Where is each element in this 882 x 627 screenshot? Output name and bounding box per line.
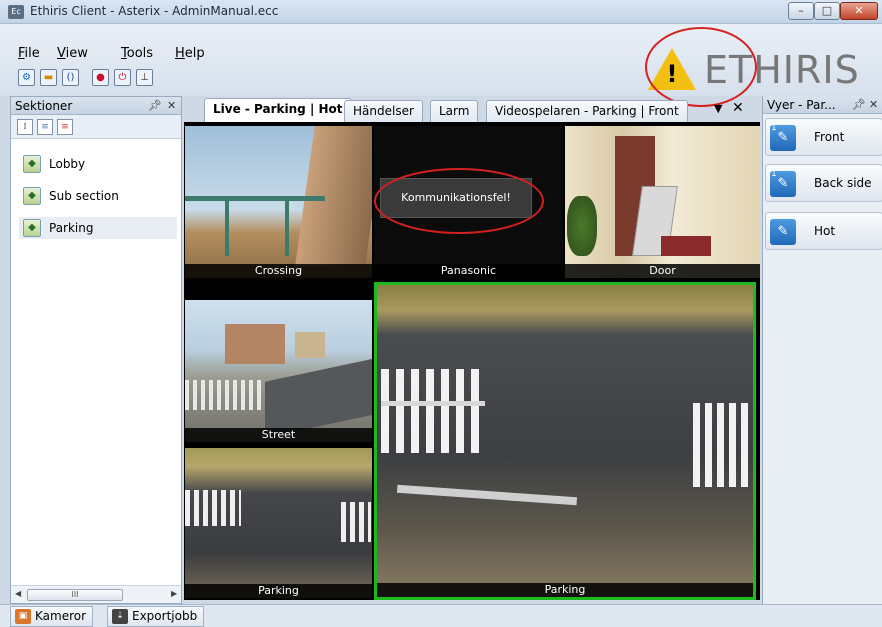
- view-button-front[interactable]: ✎ 1 Front: [765, 118, 882, 156]
- sections-panel: Sektioner 📌︎ ✕ ⁞ ≡ ≡ ◆ Lobby ◆ Sub secti…: [10, 96, 182, 604]
- camera-label: Crossing: [185, 264, 372, 278]
- bottom-tab-bar: ▣ Kameror ⇣ Exportjobb: [0, 604, 882, 627]
- scroll-left-icon[interactable]: ◀: [15, 589, 21, 598]
- tab-export-jobs[interactable]: ⇣ Exportjobb: [107, 606, 205, 627]
- scene-fence: [381, 369, 485, 453]
- edit-view-icon: ✎: [770, 219, 796, 245]
- minimize-button[interactable]: –: [788, 2, 814, 20]
- pin-icon[interactable]: 📌︎: [852, 98, 866, 111]
- chevron-down-icon[interactable]: ▼: [714, 102, 722, 115]
- view-number: 1: [771, 123, 777, 133]
- tab-alarm[interactable]: Larm: [430, 100, 479, 122]
- window-title: Ethiris Client - Asterix - AdminManual.e…: [30, 4, 279, 18]
- section-icon: ◆: [23, 219, 41, 237]
- section-icon: ◆: [23, 155, 41, 173]
- section-label: Parking: [49, 221, 94, 235]
- horizontal-scrollbar[interactable]: ◀ III ▶: [11, 585, 181, 603]
- scene-post: [285, 196, 289, 256]
- section-item-lobby[interactable]: ◆ Lobby: [19, 153, 177, 175]
- camera-label: Parking: [377, 583, 753, 597]
- close-icon[interactable]: ✕: [167, 99, 176, 112]
- close-icon[interactable]: ✕: [869, 98, 878, 111]
- section-label: Lobby: [49, 157, 86, 171]
- scene-rail: [381, 401, 485, 406]
- views-panel: Vyer - Par... 📌︎ ✕ ✎ 1 Front ✎ 1 Back si…: [762, 96, 882, 604]
- scene-post: [225, 196, 229, 256]
- section-item-sub-section[interactable]: ◆ Sub section: [19, 185, 177, 207]
- camera-icon: ▣: [15, 609, 31, 624]
- close-tab-icon[interactable]: ✕: [732, 100, 744, 116]
- camera-view-panasonic[interactable]: Kommunikationsfel! Panasonic: [374, 126, 563, 278]
- camera-label: Door: [565, 264, 760, 278]
- scrollbar-thumb[interactable]: III: [27, 589, 123, 601]
- annotation-circle: [374, 168, 544, 234]
- view-button-hot[interactable]: ✎ Hot: [765, 212, 882, 250]
- view-label: Back side: [814, 176, 872, 190]
- title-bar: Ec Ethiris Client - Asterix - AdminManua…: [0, 0, 882, 24]
- scene-frame: [185, 196, 325, 201]
- scene-road: [265, 358, 372, 438]
- scene-fence: [341, 502, 371, 542]
- camera-view-parking-small[interactable]: Parking: [185, 448, 372, 598]
- close-window-button[interactable]: ✕: [840, 2, 878, 20]
- tree-view-icon[interactable]: ⁞: [17, 119, 33, 135]
- scene-house: [295, 332, 325, 358]
- pin-icon[interactable]: 📌︎: [148, 99, 162, 112]
- scene-fence: [185, 380, 265, 410]
- power-icon[interactable]: ⏻: [114, 69, 131, 86]
- view-button-back-side[interactable]: ✎ 1 Back side: [765, 164, 882, 202]
- tab-label: Kameror: [35, 609, 87, 623]
- section-label: Sub section: [49, 189, 119, 203]
- camera-view-door[interactable]: Door: [565, 126, 760, 278]
- tab-events[interactable]: Händelser: [344, 100, 423, 122]
- camera-view-street[interactable]: Street: [185, 300, 372, 442]
- tab-label: Exportjobb: [132, 609, 198, 623]
- tab-strip: Live - Parking | Hot Händelser Larm Vide…: [184, 96, 760, 122]
- menu-file[interactable]: File: [18, 46, 40, 61]
- sections-panel-header: Sektioner 📌︎ ✕: [11, 97, 181, 115]
- camera-view-crossing[interactable]: Crossing: [185, 126, 372, 278]
- record-icon[interactable]: ●: [92, 69, 109, 86]
- tab-cameras[interactable]: ▣ Kameror: [10, 606, 94, 627]
- tab-video-player[interactable]: Videospelaren - Parking | Front: [486, 100, 688, 122]
- menu-tools[interactable]: Tools: [121, 46, 153, 61]
- camera-label: Street: [185, 428, 372, 442]
- scene-house: [225, 324, 285, 364]
- scene-fence: [185, 490, 241, 526]
- list-view-icon[interactable]: ≡: [37, 119, 53, 135]
- view-label: Hot: [814, 224, 836, 238]
- scene-plant: [567, 196, 597, 256]
- view-label: Front: [814, 130, 845, 144]
- settings-icon[interactable]: ⚙: [18, 69, 35, 86]
- scene-planks: [396, 484, 578, 506]
- maximize-button[interactable]: □: [814, 2, 840, 20]
- camera-label: Panasonic: [374, 264, 563, 278]
- scroll-right-icon[interactable]: ▶: [171, 589, 177, 598]
- menu-view[interactable]: View: [57, 46, 88, 61]
- folder-icon[interactable]: ▬: [40, 69, 57, 86]
- views-panel-title: Vyer - Par...: [767, 98, 836, 112]
- menu-help[interactable]: Help: [175, 46, 205, 61]
- app-icon: Ec: [8, 5, 24, 19]
- section-icon: ◆: [23, 187, 41, 205]
- scene-fence: [693, 403, 753, 487]
- camera-view-parking-selected[interactable]: Parking: [374, 282, 756, 600]
- export-job-icon: ⇣: [112, 609, 128, 624]
- tab-live[interactable]: Live - Parking | Hot: [204, 98, 352, 122]
- scene-rug: [661, 236, 711, 256]
- detail-view-icon[interactable]: ≡: [57, 119, 73, 135]
- sections-panel-title: Sektioner: [15, 99, 73, 113]
- refresh-icon[interactable]: (): [62, 69, 79, 86]
- export-icon[interactable]: ⊥: [136, 69, 153, 86]
- view-number: 1: [771, 169, 777, 179]
- camera-label: Parking: [185, 584, 372, 598]
- views-panel-header: Vyer - Par... 📌︎ ✕: [763, 96, 882, 114]
- sections-toolbar: ⁞ ≡ ≡: [11, 115, 181, 139]
- section-item-parking[interactable]: ◆ Parking: [19, 217, 177, 239]
- video-grid: Crossing Kommunikationsfel! Panasonic Do…: [184, 122, 760, 600]
- annotation-circle: [645, 27, 757, 107]
